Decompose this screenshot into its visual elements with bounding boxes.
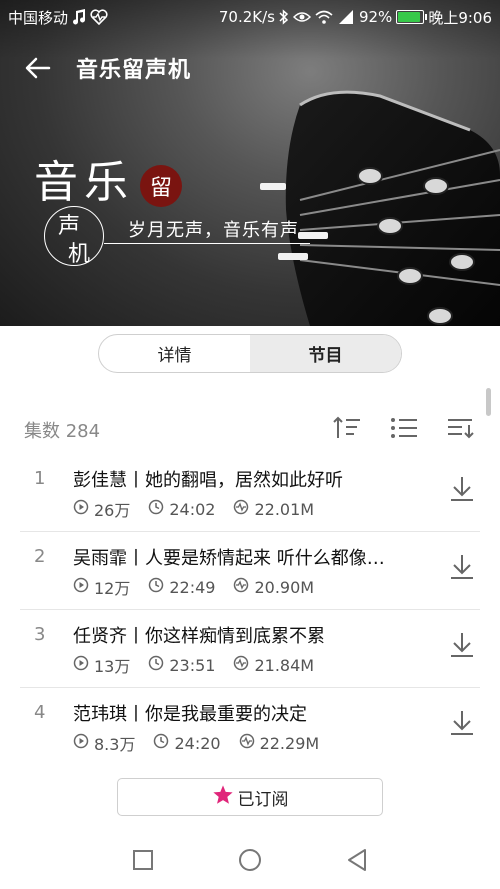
battery-icon (396, 10, 428, 24)
file-size: 22.01M (254, 499, 315, 519)
tab-episodes[interactable]: 节目 (250, 335, 401, 372)
status-bar: 中国移动 70.2K/s 92% 晚上9:06 (0, 0, 500, 34)
play-count-icon (73, 577, 89, 597)
duration: 24:02 (169, 499, 216, 519)
home-icon[interactable] (230, 840, 270, 880)
play-count: 12万 (94, 579, 131, 598)
tab-details[interactable]: 详情 (99, 335, 250, 372)
episode-title: 任贤齐丨你这样痴情到底累不累 (73, 626, 325, 647)
download-icon[interactable] (446, 628, 478, 660)
tab-switcher: 详情 节目 (98, 334, 402, 373)
list-item[interactable]: 2 吴雨霏丨人要是矫情起来 听什么都像… 12万 22:49 20.90M (0, 532, 500, 610)
star-icon (212, 784, 234, 811)
play-count-icon (73, 733, 89, 753)
list-item[interactable]: 4 范玮琪丨你是我最重要的决定 8.3万 24:20 22.29M (0, 688, 500, 766)
recent-apps-icon[interactable] (123, 840, 163, 880)
clock-icon (148, 577, 164, 597)
network-speed: 70.2K/s (218, 8, 275, 26)
duration: 23:51 (169, 655, 216, 675)
episode-title: 彭佳慧丨她的翻唱，居然如此好听 (73, 470, 343, 491)
back-triangle-icon[interactable] (337, 840, 377, 880)
signal-icon (337, 9, 355, 25)
subscribe-button[interactable]: 已订阅 (117, 778, 383, 816)
audio-size-icon (233, 577, 249, 597)
app-bar: 音乐留声机 (0, 44, 500, 92)
list-item[interactable]: 3 任贤齐丨你这样痴情到底累不累 13万 23:51 21.84M (0, 610, 500, 688)
list-view-icon[interactable] (390, 417, 418, 443)
page-title: 音乐留声机 (76, 58, 192, 83)
file-size: 21.84M (254, 655, 315, 675)
eye-icon (292, 9, 311, 25)
file-size: 22.29M (259, 733, 320, 753)
clock-icon (153, 733, 169, 753)
subscribe-label: 已订阅 (237, 789, 289, 810)
audio-size-icon (233, 655, 249, 675)
duration: 22:49 (169, 577, 216, 597)
episode-title: 范玮琪丨你是我最重要的决定 (73, 704, 307, 725)
heart-monitor-icon (90, 9, 108, 25)
logo-text: 音乐 (34, 157, 134, 208)
logo-char-2: 机 (68, 242, 91, 267)
episode-title: 吴雨霏丨人要是矫情起来 听什么都像… (73, 548, 385, 569)
play-count-icon (73, 499, 89, 519)
system-nav-bar (0, 830, 500, 889)
audio-size-icon (233, 499, 249, 519)
play-count: 26万 (94, 501, 131, 520)
file-size: 20.90M (254, 577, 315, 597)
episode-number: 4 (34, 702, 46, 723)
episode-number: 2 (34, 546, 46, 567)
episode-count: 集数 284 (24, 421, 101, 442)
download-icon[interactable] (446, 472, 478, 504)
clock: 晚上9:06 (428, 8, 492, 27)
duration: 24:20 (174, 733, 221, 753)
music-note-icon (72, 9, 86, 25)
episode-number: 3 (34, 624, 46, 645)
list-header: 集数 284 (0, 408, 500, 452)
bluetooth-icon (279, 9, 289, 25)
carrier-label: 中国移动 (8, 8, 69, 27)
back-arrow-icon[interactable] (0, 44, 76, 92)
batch-download-icon[interactable] (446, 416, 476, 444)
clock-icon (148, 499, 164, 519)
list-item[interactable]: 1 彭佳慧丨她的翻唱，居然如此好听 26万 24:02 22.01M (0, 454, 500, 532)
clock-icon (148, 655, 164, 675)
wifi-icon (315, 9, 333, 25)
sort-order-icon[interactable] (332, 416, 362, 444)
play-count-icon (73, 655, 89, 675)
play-count: 13万 (94, 657, 131, 676)
play-count: 8.3万 (94, 735, 136, 754)
episode-number: 1 (34, 468, 46, 489)
logo-slogan: 岁月无声，音乐有声 (128, 220, 299, 241)
download-icon[interactable] (446, 706, 478, 738)
logo-underline (104, 243, 310, 244)
download-icon[interactable] (446, 550, 478, 582)
battery-percent: 92% (358, 8, 393, 26)
audio-size-icon (239, 733, 255, 753)
logo-seal: 留 (140, 165, 182, 207)
